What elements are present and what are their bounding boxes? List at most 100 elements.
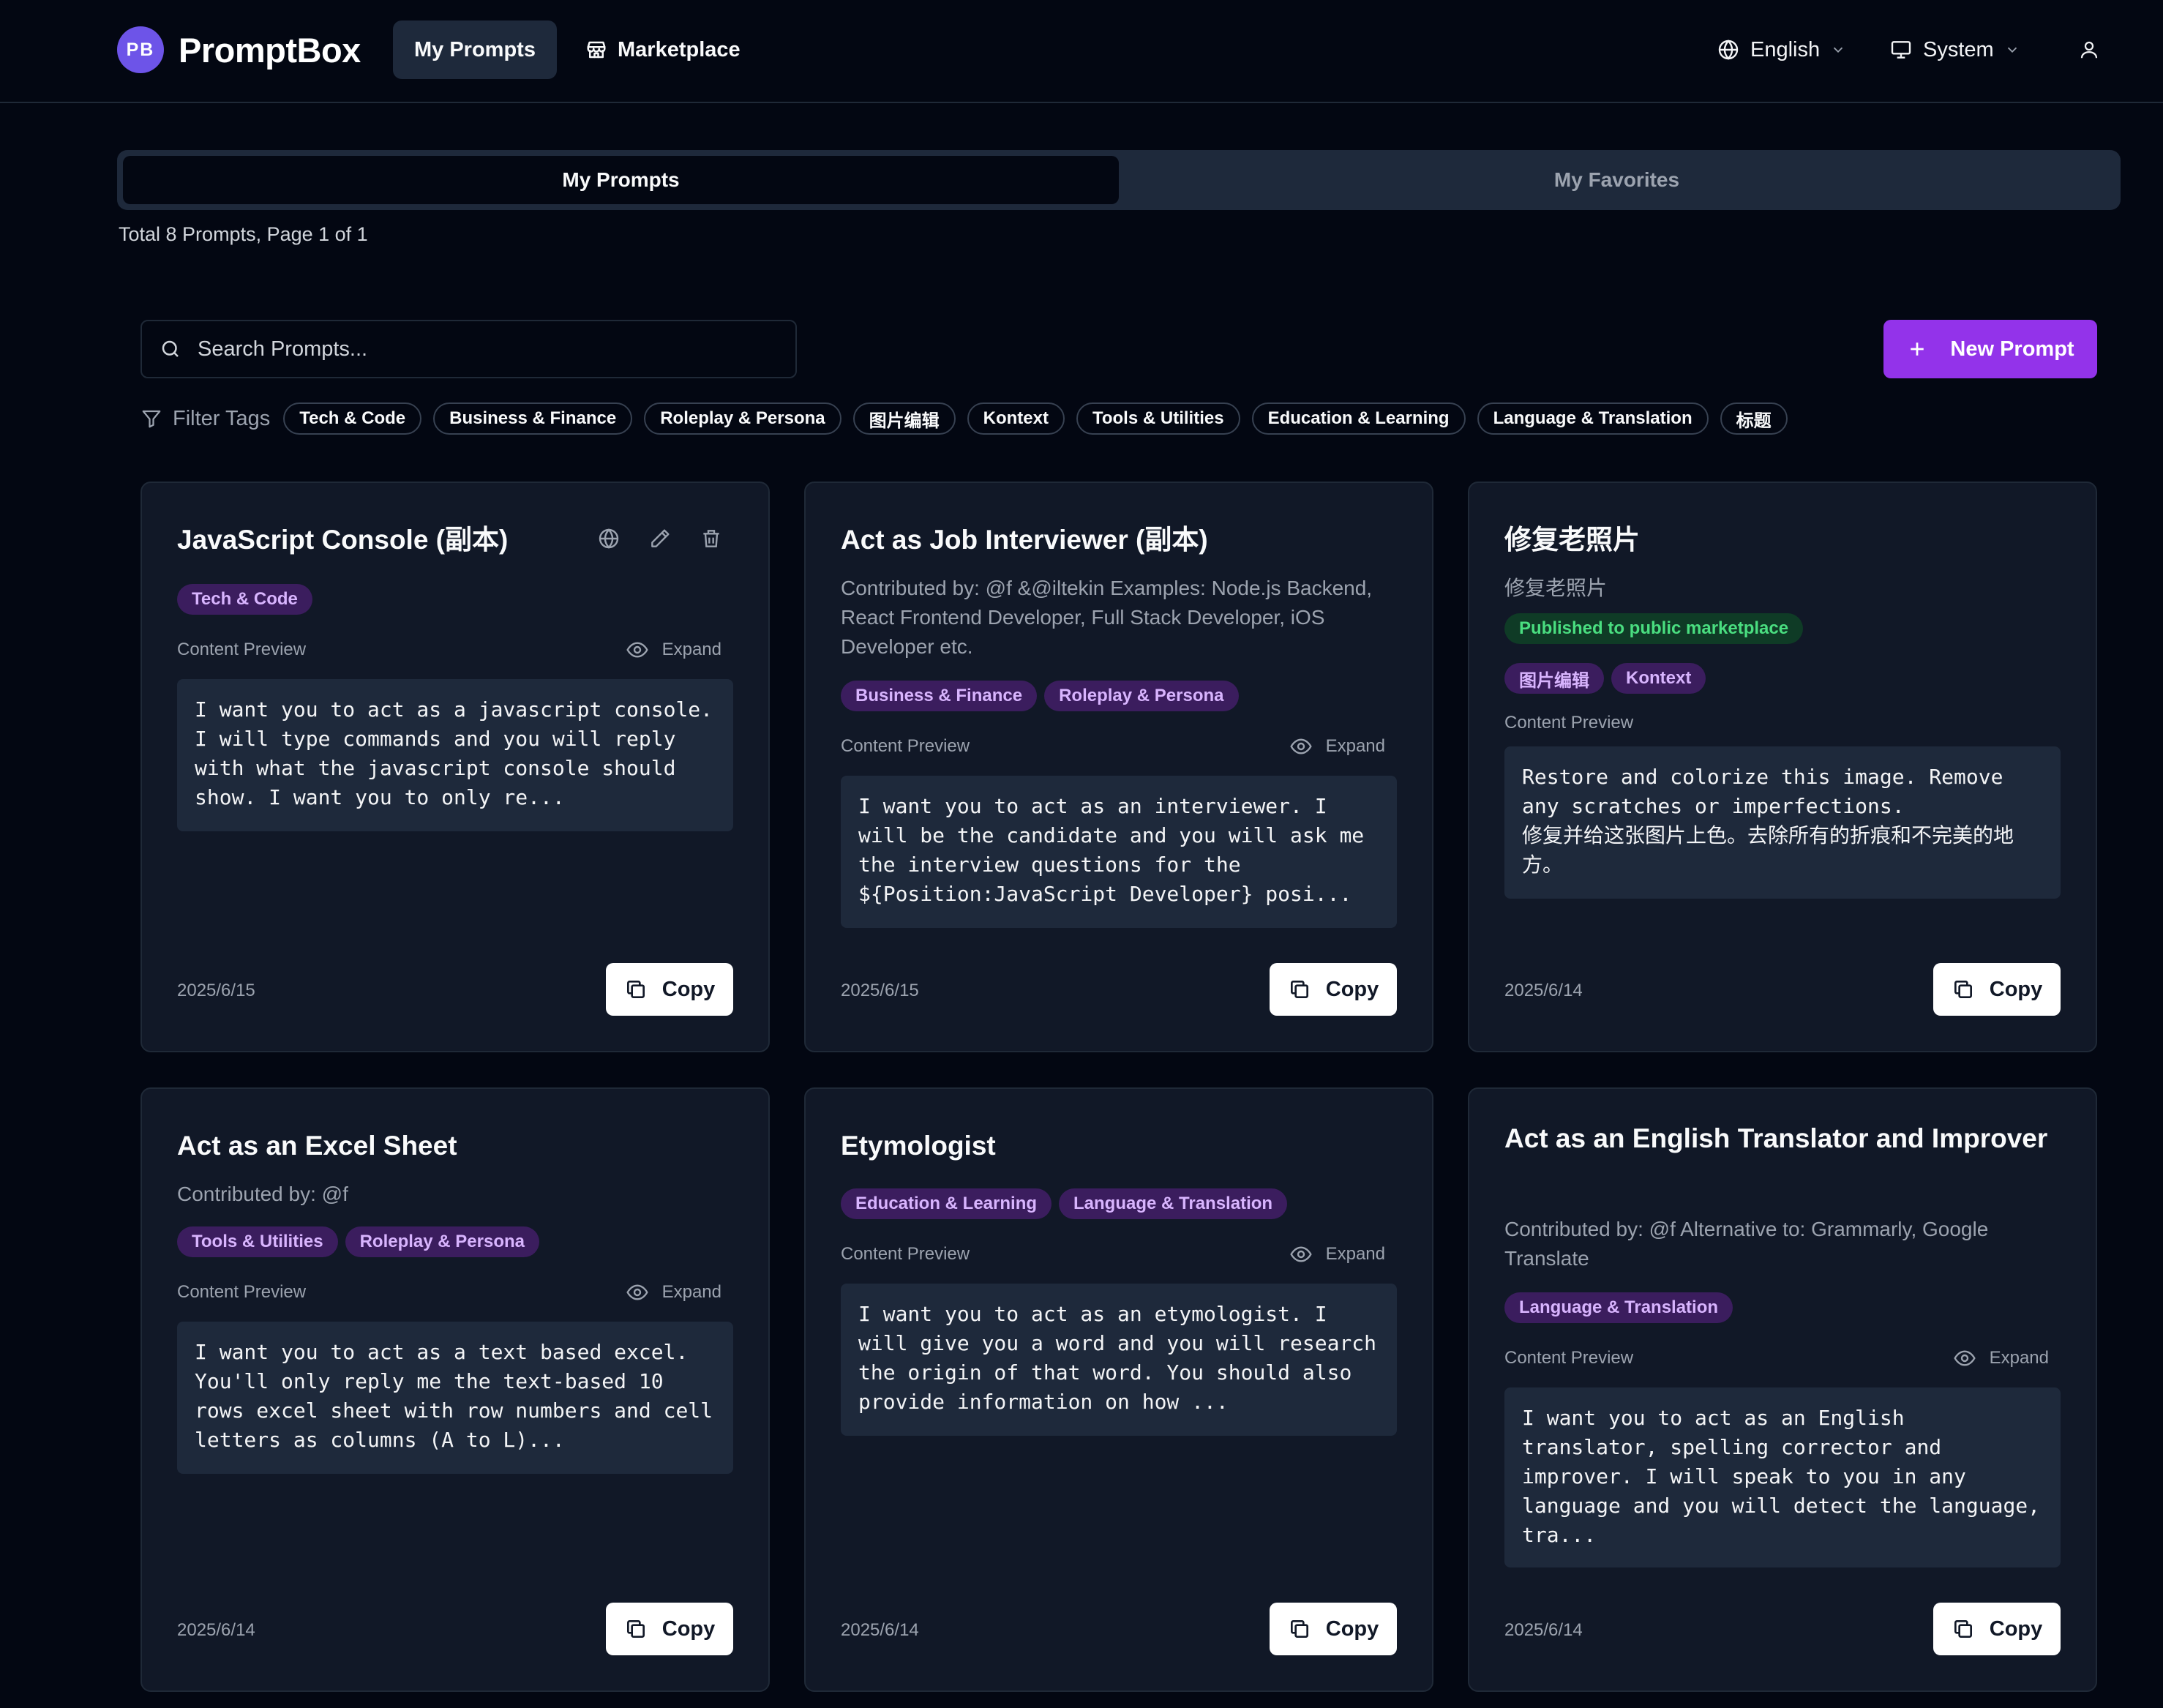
content-preview: Restore and colorize this image. Remove … <box>1504 746 2061 899</box>
card-tag: Tech & Code <box>177 584 312 615</box>
store-icon <box>585 39 607 61</box>
card-tags: Business & Finance Roleplay & Persona <box>841 681 1239 711</box>
theme-selector[interactable]: System <box>1889 29 2020 70</box>
copy-icon <box>1952 978 1975 1001</box>
card-tag: Language & Translation <box>1504 1292 1733 1323</box>
language-label: English <box>1750 37 1821 61</box>
expand-label: Expand <box>1325 736 1385 756</box>
filter-tag-title[interactable]: 标题 <box>1720 402 1788 435</box>
nav-marketplace[interactable]: Marketplace <box>562 20 764 79</box>
copy-icon <box>1288 978 1311 1001</box>
trash-icon[interactable] <box>700 527 723 550</box>
prompt-card[interactable]: Etymologist Education & Learning Languag… <box>804 1087 1433 1692</box>
copy-button[interactable]: Copy <box>606 1603 733 1655</box>
app-logo[interactable]: PB PromptBox <box>117 26 361 73</box>
language-selector[interactable]: English <box>1717 29 1846 70</box>
card-tags: Tech & Code <box>177 584 312 615</box>
card-tag: Kontext <box>1611 663 1706 694</box>
card-tag: 图片编辑 <box>1504 663 1604 694</box>
card-tag: Language & Translation <box>1059 1188 1288 1219</box>
expand-label: Expand <box>661 1282 721 1302</box>
prompt-card[interactable]: 修复老照片 修复老照片 Published to public marketpl… <box>1468 482 2097 1052</box>
chevron-down-icon <box>2004 42 2020 58</box>
search-input[interactable] <box>198 337 768 362</box>
prompt-count-summary: Total 8 Prompts, Page 1 of 1 <box>119 223 368 245</box>
card-date: 2025/6/15 <box>177 981 255 1000</box>
filter-tag-education-learning[interactable]: Education & Learning <box>1251 402 1466 435</box>
expand-button[interactable]: Expand <box>626 638 733 662</box>
card-description: Contributed by: @f Alternative to: Gramm… <box>1504 1218 1989 1270</box>
card-description: Contributed by: @f <box>177 1183 348 1205</box>
card-tags: Tools & Utilities Roleplay & Persona <box>177 1226 539 1257</box>
copy-button[interactable]: Copy <box>1933 1603 2061 1655</box>
user-menu-button[interactable] <box>2078 29 2100 70</box>
nav-my-prompts[interactable]: My Prompts <box>393 20 557 79</box>
expand-button[interactable]: Expand <box>626 1281 733 1304</box>
filter-tag-kontext[interactable]: Kontext <box>967 402 1065 435</box>
filter-icon <box>140 408 162 430</box>
content-preview: I want you to act as a javascript consol… <box>177 679 733 831</box>
content-preview-header: Content Preview Expand <box>177 1278 733 1307</box>
search-box[interactable] <box>140 320 797 378</box>
card-tag: Business & Finance <box>841 681 1038 711</box>
expand-button[interactable]: Expand <box>1289 735 1397 758</box>
copy-label: Copy <box>1989 977 2043 1001</box>
content-preview-label: Content Preview <box>841 736 970 756</box>
copy-label: Copy <box>661 977 716 1001</box>
expand-button[interactable]: Expand <box>1953 1346 2061 1370</box>
copy-button[interactable]: Copy <box>1270 1603 1397 1655</box>
prompt-card[interactable]: Act as an Excel Sheet Contributed by: @f… <box>140 1087 770 1692</box>
copy-button[interactable]: Copy <box>1270 963 1397 1016</box>
copy-label: Copy <box>1989 1617 2043 1641</box>
filter-tag-tech-code[interactable]: Tech & Code <box>283 402 422 435</box>
content-preview: I want you to act as a text based excel.… <box>177 1322 733 1474</box>
content-preview-header: Content Preview <box>1504 708 2061 738</box>
card-date: 2025/6/14 <box>1504 1620 1583 1640</box>
new-prompt-button[interactable]: New Prompt <box>1883 320 2097 378</box>
prompt-card[interactable]: JavaScript Console (副本) Tech & Code Cont… <box>140 482 770 1052</box>
logo-badge: PB <box>117 26 164 73</box>
copy-icon <box>624 1617 648 1641</box>
card-title: 修复老照片 <box>1504 525 1640 555</box>
eye-icon <box>1289 735 1313 758</box>
filter-tag-roleplay-persona[interactable]: Roleplay & Persona <box>644 402 841 435</box>
expand-button[interactable]: Expand <box>1289 1243 1397 1266</box>
filter-label-text: Filter Tags <box>173 406 271 430</box>
eye-icon <box>626 1281 649 1304</box>
copy-button[interactable]: Copy <box>606 963 733 1016</box>
expand-label: Expand <box>661 640 721 659</box>
prompt-tabs: My Prompts My Favorites <box>117 150 2121 210</box>
copy-button[interactable]: Copy <box>1933 963 2061 1016</box>
globe-icon[interactable] <box>597 527 621 550</box>
filter-tag-tools-utilities[interactable]: Tools & Utilities <box>1076 402 1240 435</box>
content-preview-label: Content Preview <box>177 1282 307 1302</box>
card-title: Act as an Excel Sheet <box>177 1131 457 1161</box>
content-preview-label: Content Preview <box>177 640 307 659</box>
card-tag: Roleplay & Persona <box>345 1226 539 1257</box>
pencil-icon[interactable] <box>648 527 672 550</box>
content-preview: I want you to act as an interviewer. I w… <box>841 776 1397 928</box>
filter-tag-language-translation[interactable]: Language & Translation <box>1477 402 1709 435</box>
chevron-down-icon <box>1830 42 1846 58</box>
content-preview-header: Content Preview Expand <box>841 732 1397 761</box>
card-tags: Education & Learning Language & Translat… <box>841 1188 1288 1219</box>
nav-marketplace-label: Marketplace <box>618 37 741 61</box>
tab-my-favorites[interactable]: My Favorites <box>1119 156 2115 204</box>
card-date: 2025/6/14 <box>1504 981 1583 1000</box>
card-tag: Roleplay & Persona <box>1044 681 1239 711</box>
prompt-card[interactable]: Act as an English Translator and Improve… <box>1468 1087 2097 1692</box>
copy-icon <box>1288 1617 1311 1641</box>
monitor-icon <box>1889 38 1913 61</box>
tab-my-prompts[interactable]: My Prompts <box>123 156 1119 204</box>
content-preview-label: Content Preview <box>1504 713 1634 733</box>
card-date: 2025/6/14 <box>177 1620 255 1640</box>
filter-tag-image-editing[interactable]: 图片编辑 <box>852 402 956 435</box>
content-preview-header: Content Preview Expand <box>177 635 733 664</box>
card-date: 2025/6/15 <box>841 981 919 1000</box>
prompt-card[interactable]: Act as Job Interviewer (副本) Contributed … <box>804 482 1433 1052</box>
content-preview: I want you to act as an English translat… <box>1504 1387 2061 1567</box>
copy-icon <box>624 978 648 1001</box>
card-tag: Tools & Utilities <box>177 1226 338 1257</box>
filter-tag-business-finance[interactable]: Business & Finance <box>433 402 633 435</box>
card-description: 修复老照片 <box>1504 577 1608 599</box>
